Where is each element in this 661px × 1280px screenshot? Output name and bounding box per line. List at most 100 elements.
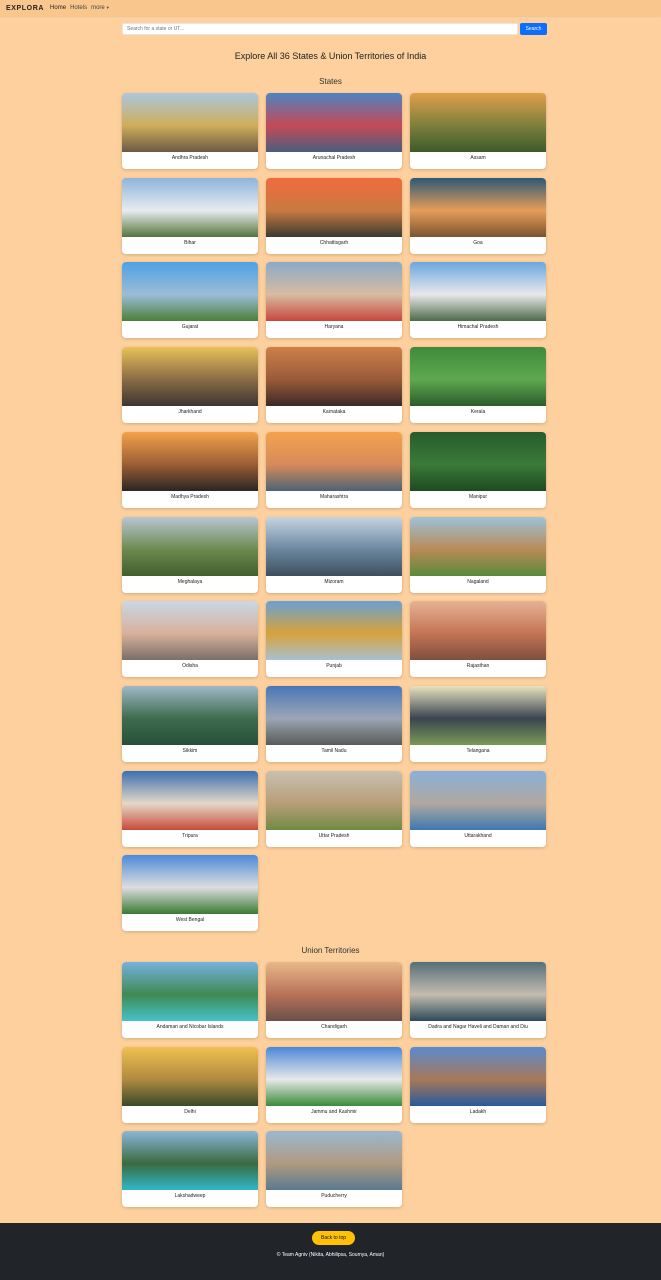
card-dadra-and-nagar-haveli-and-daman-and-diu[interactable]: Dadra and Nagar Haveli and Daman and Diu (410, 962, 546, 1038)
card-image[interactable] (122, 855, 258, 915)
card-lakshadweep[interactable]: Lakshadweep (122, 1131, 258, 1208)
card-telangana[interactable]: Telangana (410, 685, 546, 762)
card-image[interactable] (410, 685, 546, 745)
card-image[interactable] (266, 347, 402, 407)
card-goa[interactable]: Goa (410, 177, 546, 254)
nav-link-hotels[interactable]: Hotels (70, 5, 87, 11)
card-tripura[interactable]: Tripura (122, 770, 258, 847)
card-mizoram[interactable]: Mizoram (266, 516, 402, 593)
card-rajasthan[interactable]: Rajasthan (410, 601, 546, 678)
card-ladakh[interactable]: Ladakh (410, 1046, 546, 1123)
card-image[interactable] (266, 962, 402, 1021)
card-image[interactable] (122, 685, 258, 745)
card-title: Tamil Nadu (321, 747, 347, 754)
card-karnataka[interactable]: Karnataka (266, 347, 402, 424)
card-himachal-pradesh[interactable]: Himachal Pradesh (410, 262, 546, 339)
card-image[interactable] (122, 262, 258, 322)
card-image[interactable] (410, 431, 546, 491)
card-bihar[interactable]: Bihar (122, 177, 258, 254)
card-image[interactable] (410, 601, 546, 661)
card-chhattisgarh[interactable]: Chhattisgarh (266, 177, 402, 254)
card-title: Sikkim (182, 747, 198, 754)
nav-dropdown-more[interactable]: more▼ (91, 5, 110, 11)
card-andaman-and-nicobar-islands[interactable]: Andaman and Nicobar Islands (122, 962, 258, 1038)
card-image[interactable] (266, 431, 402, 491)
card-title: Manipur (468, 493, 488, 500)
card-image[interactable] (122, 770, 258, 830)
card-meghalaya[interactable]: Meghalaya (122, 516, 258, 593)
card-image[interactable] (122, 1046, 258, 1106)
card-image[interactable] (410, 962, 546, 1021)
card-image[interactable] (266, 601, 402, 661)
card-punjab[interactable]: Punjab (266, 601, 402, 678)
card-image[interactable] (410, 1046, 546, 1106)
card-manipur[interactable]: Manipur (410, 431, 546, 508)
brand-logo[interactable]: EXPLORA (6, 5, 44, 12)
card-image[interactable] (266, 93, 402, 152)
card-image[interactable] (266, 516, 402, 576)
card-image[interactable] (122, 516, 258, 576)
card-title: Bihar (184, 239, 196, 246)
card-image[interactable] (266, 1131, 402, 1191)
card-title: Chhattisgarh (319, 239, 349, 246)
card-image[interactable] (122, 1131, 258, 1191)
card-image[interactable] (410, 93, 546, 152)
card-title: Himachal Pradesh (457, 324, 499, 331)
back-to-top-button[interactable]: Back to top (312, 1231, 355, 1245)
card-title: Ladakh (469, 1108, 487, 1115)
card-arunachal-pradesh[interactable]: Arunachal Pradesh (266, 93, 402, 169)
card-chandigarh[interactable]: Chandigarh (266, 962, 402, 1038)
card-image[interactable] (122, 93, 258, 152)
card-assam[interactable]: Assam (410, 93, 546, 169)
card-image[interactable] (266, 1046, 402, 1106)
card-maharashtra[interactable]: Maharashtra (266, 431, 402, 508)
card-image[interactable] (122, 177, 258, 237)
card-delhi[interactable]: Delhi (122, 1046, 258, 1123)
card-puducherry[interactable]: Puducherry (266, 1131, 402, 1208)
footer: Back to top © Team Agniv (Nikita, Abhili… (0, 1223, 661, 1280)
card-nagaland[interactable]: Nagaland (410, 516, 546, 593)
search-bar: Search (122, 23, 547, 35)
card-image[interactable] (122, 962, 258, 1021)
page-title: Explore All 36 States & Union Territorie… (234, 51, 427, 61)
card-title: Goa (473, 239, 483, 246)
card-title: Arunachal Pradesh (312, 155, 356, 161)
card-jharkhand[interactable]: Jharkhand (122, 347, 258, 424)
search-button[interactable]: Search (520, 23, 547, 35)
card-title: Mizoram (324, 578, 344, 585)
card-uttar-pradesh[interactable]: Uttar Pradesh (266, 770, 402, 847)
card-image[interactable] (410, 770, 546, 830)
card-title: Tripura (182, 832, 198, 839)
card-odisha[interactable]: Odisha (122, 601, 258, 678)
nav-link-home[interactable]: Home (50, 5, 66, 11)
card-sikkim[interactable]: Sikkim (122, 685, 258, 762)
card-image[interactable] (122, 431, 258, 491)
card-image[interactable] (410, 347, 546, 407)
card-jammu-and-kashmir[interactable]: Jammu and Kashmir (266, 1046, 402, 1123)
card-west-bengal[interactable]: West Bengal (122, 855, 258, 932)
card-image[interactable] (122, 601, 258, 661)
card-image[interactable] (410, 262, 546, 322)
card-image[interactable] (410, 516, 546, 576)
card-image[interactable] (122, 347, 258, 407)
card-kerala[interactable]: Kerala (410, 347, 546, 424)
card-title: Odisha (182, 663, 198, 670)
card-image[interactable] (410, 177, 546, 237)
card-uttarakhand[interactable]: Uttarakhand (410, 770, 546, 847)
card-title: Karnataka (322, 409, 346, 416)
card-image[interactable] (266, 770, 402, 830)
ut-section-title: Union Territories (301, 946, 360, 955)
card-gujarat[interactable]: Gujarat (122, 262, 258, 339)
card-title: Jharkhand (178, 409, 202, 416)
footer-credits: © Team Agniv (Nikita, Abhilipsa, Soumya,… (276, 1252, 385, 1258)
search-input[interactable] (122, 23, 518, 35)
card-image[interactable] (266, 685, 402, 745)
card-andhra-pradesh[interactable]: Andhra Pradesh (122, 93, 258, 169)
card-haryana[interactable]: Haryana (266, 262, 402, 339)
card-image[interactable] (266, 262, 402, 322)
card-image[interactable] (266, 177, 402, 237)
card-tamil-nadu[interactable]: Tamil Nadu (266, 685, 402, 762)
card-title: Andhra Pradesh (171, 155, 209, 161)
card-title: Uttar Pradesh (318, 832, 350, 839)
card-madhya-pradesh[interactable]: Madhya Pradesh (122, 431, 258, 508)
